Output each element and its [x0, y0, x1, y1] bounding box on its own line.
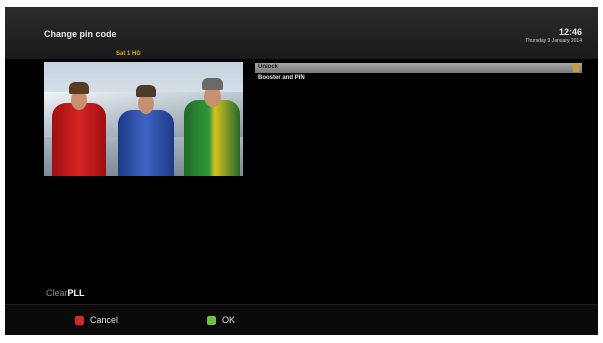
ok-button[interactable]: OK [207, 314, 235, 326]
preview-hat-2 [136, 85, 156, 97]
tv-screen: Change pin code 12:46 Thursday 9 January… [5, 7, 598, 335]
clock-date: Thursday 9 January 2014 [525, 38, 582, 44]
cancel-button[interactable]: Cancel [75, 314, 118, 326]
preview-person-blue [118, 110, 174, 176]
option-label: Booster and PIN [258, 75, 305, 81]
selection-indicator-icon [573, 64, 579, 72]
brand-suffix: PLL [67, 288, 85, 298]
header-bar: Change pin code 12:46 Thursday 9 January… [5, 7, 598, 59]
preview-hat-1 [69, 82, 89, 94]
channel-label: Sat 1 HD [116, 51, 141, 57]
clock-time: 12:46 [558, 27, 582, 37]
footer-bar: Cancel OK [5, 304, 598, 335]
green-key-icon [207, 315, 216, 325]
ok-label: OK [222, 315, 236, 325]
cancel-label: Cancel [90, 315, 119, 325]
brand-prefix: Clear [46, 288, 68, 298]
red-key-icon [75, 315, 84, 325]
video-preview [44, 62, 243, 176]
preview-person-green [184, 100, 240, 176]
options-list: Unlock Booster and PIN [255, 63, 585, 84]
preview-person-red [52, 103, 106, 176]
preview-hat-3 [202, 78, 223, 90]
brand-logo: ClearPLL [46, 288, 85, 298]
option-unlock[interactable]: Unlock [255, 63, 582, 73]
option-booster-and-pin[interactable]: Booster and PIN [255, 73, 585, 84]
page-title: Change pin code [44, 29, 117, 39]
option-label: Unlock [258, 64, 279, 70]
